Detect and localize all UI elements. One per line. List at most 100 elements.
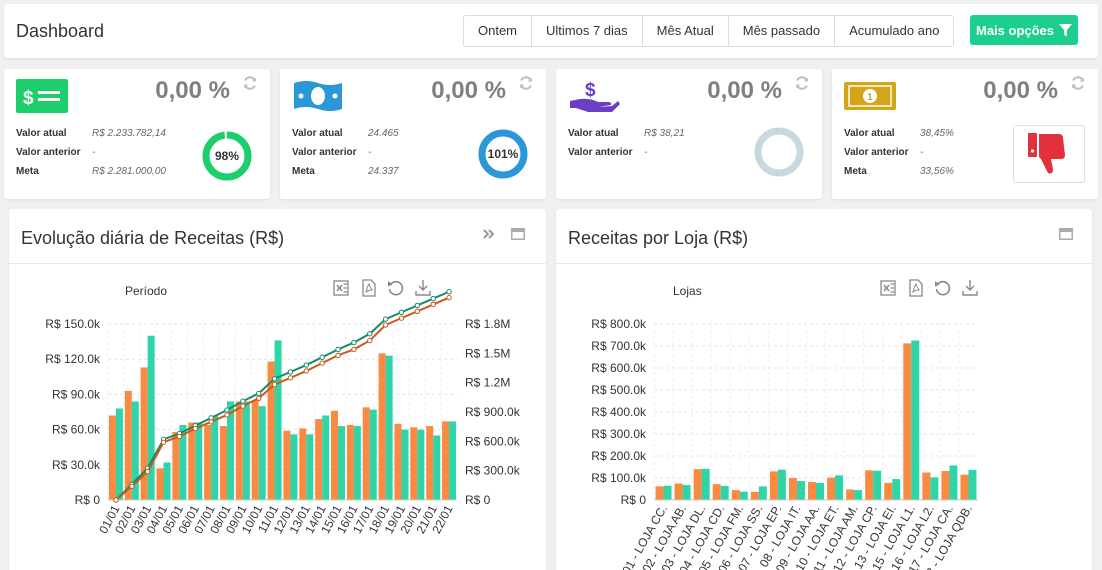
bar [655, 486, 664, 500]
bar [854, 490, 863, 500]
bar [258, 406, 266, 500]
bar [777, 469, 786, 500]
progress-gauge [754, 127, 804, 177]
bar [865, 470, 874, 500]
bar [884, 482, 893, 500]
line-point [351, 339, 357, 346]
kpi-label: Meta [292, 166, 315, 177]
bar [835, 475, 844, 500]
y-tick-label: R$ 200.0k [591, 449, 647, 463]
bar [369, 409, 377, 500]
line-point [414, 302, 421, 309]
bar [701, 468, 710, 500]
kpi-value: - [92, 147, 96, 158]
bar [873, 470, 882, 500]
bar [306, 434, 314, 500]
period-button-ultimos-7-dias[interactable]: Ultimos 7 dias [532, 16, 643, 46]
y2-tick-label: R$ 300.0k [465, 464, 521, 478]
line-point [287, 375, 294, 381]
bar [394, 423, 402, 500]
bar [712, 484, 721, 500]
bar [968, 469, 977, 500]
y-tick-label: R$ 300.0k [591, 427, 647, 441]
period-button-mes-passado[interactable]: Mês passado [728, 16, 836, 46]
bar [846, 489, 855, 500]
bar [115, 408, 123, 500]
svg-text:$: $ [585, 80, 596, 101]
line-point [192, 425, 198, 432]
bar [188, 422, 196, 500]
gauge-label: 98% [215, 149, 239, 163]
bar [808, 481, 816, 500]
bar [720, 485, 729, 500]
kpi-details: Valor atual R$ 2.233.782,14 Valor anterio… [16, 124, 166, 181]
y-tick-label: R$ 0 [75, 493, 101, 507]
bar [417, 429, 425, 500]
bar [892, 479, 901, 500]
refresh-icon[interactable] [518, 75, 534, 91]
bar [758, 486, 767, 500]
y-tick-label: R$ 120.0k [45, 352, 101, 366]
y2-tick-label: R$ 900.0k [465, 405, 521, 419]
period-button-acumulado-ano[interactable]: Acumulado ano [835, 16, 954, 46]
kpi-label: Valor anterior [568, 147, 633, 158]
bar [204, 424, 212, 500]
kpi-label: Valor atual [16, 128, 67, 139]
kpi-label: Valor anterior [16, 147, 81, 158]
kpi-label: Valor atual [568, 128, 619, 139]
refresh-icon[interactable] [242, 75, 258, 91]
kpi-value: 24.337 [368, 166, 399, 177]
line-point [398, 315, 405, 321]
bar [903, 343, 912, 500]
period-button-ontem[interactable]: Ontem [464, 16, 533, 46]
line-point [414, 308, 421, 314]
bar [788, 478, 797, 500]
bar [750, 491, 759, 500]
y-tick-label: R$ 60.0k [52, 423, 101, 437]
period-button-mes-atual[interactable]: Mês Atual [642, 16, 729, 46]
bar [242, 401, 250, 500]
kpi-label: Valor anterior [844, 147, 909, 158]
line-point [398, 309, 405, 315]
bar [362, 407, 370, 500]
line-point [335, 346, 341, 353]
kpi-percent: 0,00 % [155, 77, 230, 104]
kpi-label: Valor anterior [292, 147, 357, 158]
refresh-icon[interactable] [794, 75, 810, 91]
daily-revenue-chart: R$ 0 R$ 30.0k R$ 60.0k R$ 90.0k R$ 120.0k R$ … [45, 289, 521, 536]
y-tick-label: R$ 700.0k [591, 339, 647, 353]
kpi-value: R$ 2.281.000,00 [92, 166, 166, 177]
svg-text:$: $ [23, 88, 34, 109]
kpi-card-margin: 1 0,00 % Valor atual 38,45% Valor anterio… [832, 69, 1098, 199]
bar [930, 477, 939, 500]
kpi-details: Valor atual 24.465 Valor anterior - Meta 24… [292, 124, 399, 181]
line-point [351, 346, 357, 353]
bar [674, 483, 683, 500]
y-tick-label: R$ 90.0k [52, 387, 101, 401]
bar [346, 424, 354, 500]
kpi-percent: 0,00 % [983, 77, 1058, 104]
more-options-button[interactable]: Mais opções [970, 15, 1078, 45]
line-point [224, 412, 230, 418]
y2-tick-label: R$ 1.5M [465, 346, 510, 360]
refresh-icon[interactable] [1070, 75, 1086, 91]
bar [426, 426, 434, 500]
bar [283, 430, 291, 500]
period-button-group: Ontem Ultimos 7 dias Mês Atual Mês passa… [463, 15, 955, 47]
y-tick-label: R$ 30.0k [52, 458, 101, 472]
gauge-label: 101% [488, 147, 519, 161]
bar [108, 415, 116, 500]
bar [449, 421, 457, 500]
line-point [367, 331, 373, 337]
bar [827, 477, 836, 500]
bar [941, 470, 950, 500]
line-point [303, 368, 309, 374]
more-options-label: Mais opções [975, 22, 1055, 38]
kpi-label: Valor atual [292, 128, 343, 139]
bar [219, 426, 227, 500]
bar [731, 490, 740, 500]
filter-icon [1059, 23, 1073, 36]
line-point [208, 419, 214, 425]
bar [147, 335, 155, 500]
bar [331, 410, 339, 500]
